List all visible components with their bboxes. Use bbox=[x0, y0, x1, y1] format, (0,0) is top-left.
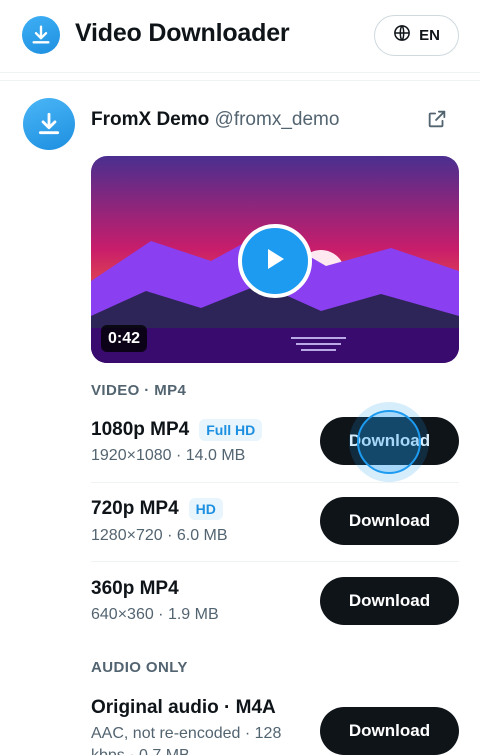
section-label-video: VIDEO · MP4 bbox=[91, 382, 187, 399]
author-name: FromX Demo bbox=[91, 109, 210, 130]
globe-icon bbox=[393, 24, 411, 47]
post-author: FromX Demo @fromx_demo bbox=[91, 109, 339, 131]
download-button-audio[interactable]: Download bbox=[320, 707, 459, 755]
download-button-360p[interactable]: Download bbox=[320, 577, 459, 625]
format-title: 720p MP4 HD bbox=[91, 498, 223, 520]
header-divider-secondary bbox=[0, 80, 480, 81]
row-divider bbox=[91, 482, 459, 483]
app-title: Video Downloader bbox=[75, 19, 290, 47]
external-link-icon[interactable] bbox=[426, 108, 448, 130]
avatar bbox=[23, 98, 75, 150]
play-icon bbox=[264, 247, 286, 276]
format-name: 360p MP4 bbox=[91, 578, 179, 599]
app-header: Video Downloader EN bbox=[0, 0, 480, 72]
video-duration: 0:42 bbox=[101, 325, 148, 352]
language-button[interactable]: EN bbox=[374, 15, 459, 56]
format-details: 640×360 · 1.9 MB bbox=[91, 606, 219, 623]
audio-details: AAC, not re-encoded · 128 kbps · 0.7 MB bbox=[91, 725, 282, 755]
audio-title: Original audio · M4A bbox=[91, 697, 276, 719]
row-divider bbox=[91, 561, 459, 562]
header-divider bbox=[0, 72, 480, 73]
audio-name: Original audio · M4A bbox=[91, 697, 276, 718]
download-button-720p[interactable]: Download bbox=[320, 497, 459, 545]
format-title: 1080p MP4 Full HD bbox=[91, 419, 263, 441]
format-name: 720p MP4 bbox=[91, 498, 179, 519]
quality-badge: Full HD bbox=[199, 419, 263, 441]
author-handle: @fromx_demo bbox=[214, 109, 340, 130]
language-label: EN bbox=[419, 27, 440, 44]
play-button[interactable] bbox=[238, 224, 312, 298]
click-ripple-ring bbox=[357, 410, 421, 474]
format-details: 1920×1080 · 14.0 MB bbox=[91, 447, 246, 464]
download-icon bbox=[22, 16, 60, 54]
format-name: 1080p MP4 bbox=[91, 419, 190, 440]
format-title: 360p MP4 bbox=[91, 578, 179, 600]
format-details: 1280×720 · 6.0 MB bbox=[91, 527, 228, 544]
section-label-audio: AUDIO ONLY bbox=[91, 659, 188, 676]
quality-badge: HD bbox=[188, 498, 223, 520]
